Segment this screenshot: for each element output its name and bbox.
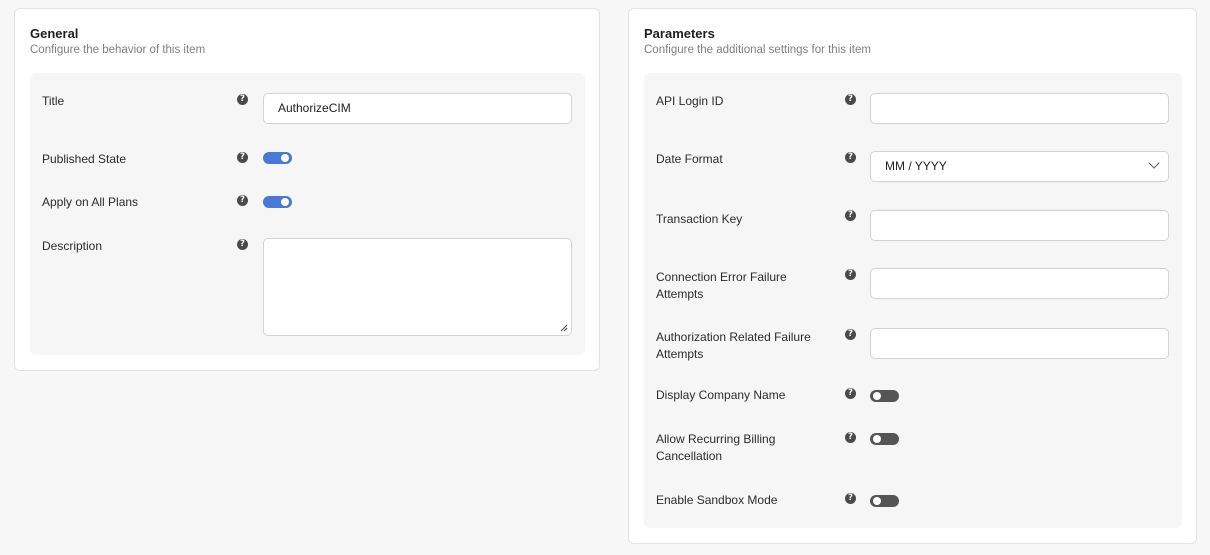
enable-sandbox-label: Enable Sandbox Mode	[656, 493, 778, 507]
transaction-key-label: Transaction Key	[656, 212, 743, 226]
apply-all-plans-toggle[interactable]	[263, 196, 292, 208]
published-state-toggle[interactable]	[263, 152, 292, 164]
help-icon[interactable]: ?	[845, 94, 856, 105]
general-card: General Configure the behavior of this i…	[14, 8, 600, 371]
description-textarea[interactable]	[263, 238, 572, 336]
help-icon[interactable]: ?	[237, 152, 248, 163]
authorization-failure-input[interactable]	[870, 328, 1169, 359]
help-icon[interactable]: ?	[237, 195, 248, 206]
allow-recurring-cancel-toggle[interactable]	[870, 433, 899, 445]
connection-error-input[interactable]	[870, 268, 1169, 299]
published-state-label: Published State	[42, 152, 127, 166]
display-company-name-label: Display Company Name	[656, 388, 786, 402]
parameters-subtitle: Configure the additional settings for th…	[644, 44, 871, 56]
date-format-select[interactable]: MM / YYYY	[870, 151, 1169, 182]
help-icon[interactable]: ?	[845, 388, 856, 399]
help-icon[interactable]: ?	[845, 493, 856, 504]
toggle-knob	[873, 497, 881, 505]
general-fields-panel: Title ? AuthorizeCIM Published State ? A…	[30, 73, 585, 355]
description-label: Description	[42, 239, 103, 253]
parameters-fields-panel: API Login ID ? Date Format ? MM / YYYY T…	[644, 73, 1182, 528]
toggle-knob	[281, 198, 289, 206]
date-format-value: MM / YYYY	[885, 159, 947, 173]
api-login-id-label: API Login ID	[656, 94, 724, 108]
enable-sandbox-toggle[interactable]	[870, 495, 899, 507]
help-icon[interactable]: ?	[237, 239, 248, 250]
help-icon[interactable]: ?	[845, 152, 856, 163]
toggle-knob	[281, 154, 289, 162]
transaction-key-input[interactable]	[870, 210, 1169, 241]
chevron-down-icon	[1148, 157, 1160, 169]
toggle-knob	[873, 392, 881, 400]
toggle-knob	[873, 435, 881, 443]
help-icon[interactable]: ?	[845, 210, 856, 221]
api-login-id-input[interactable]	[870, 93, 1169, 124]
help-icon[interactable]: ?	[237, 94, 248, 105]
date-format-label: Date Format	[656, 152, 723, 166]
general-subtitle: Configure the behavior of this item	[30, 44, 206, 56]
parameters-title: Parameters	[644, 26, 715, 41]
authorization-failure-label: Authorization Related Failure Attempts	[656, 330, 811, 361]
connection-error-label: Connection Error Failure Attempts	[656, 270, 787, 301]
help-icon[interactable]: ?	[845, 269, 856, 280]
apply-all-plans-label: Apply on All Plans	[42, 195, 139, 209]
help-icon[interactable]: ?	[845, 432, 856, 443]
general-title: General	[30, 26, 79, 41]
allow-recurring-cancel-label: Allow Recurring Billing Cancellation	[656, 432, 776, 463]
resize-grip-icon[interactable]	[560, 324, 568, 332]
title-label: Title	[42, 94, 65, 108]
display-company-name-toggle[interactable]	[870, 390, 899, 402]
title-input[interactable]: AuthorizeCIM	[263, 93, 572, 124]
parameters-card: Parameters Configure the additional sett…	[628, 8, 1197, 544]
help-icon[interactable]: ?	[845, 329, 856, 340]
